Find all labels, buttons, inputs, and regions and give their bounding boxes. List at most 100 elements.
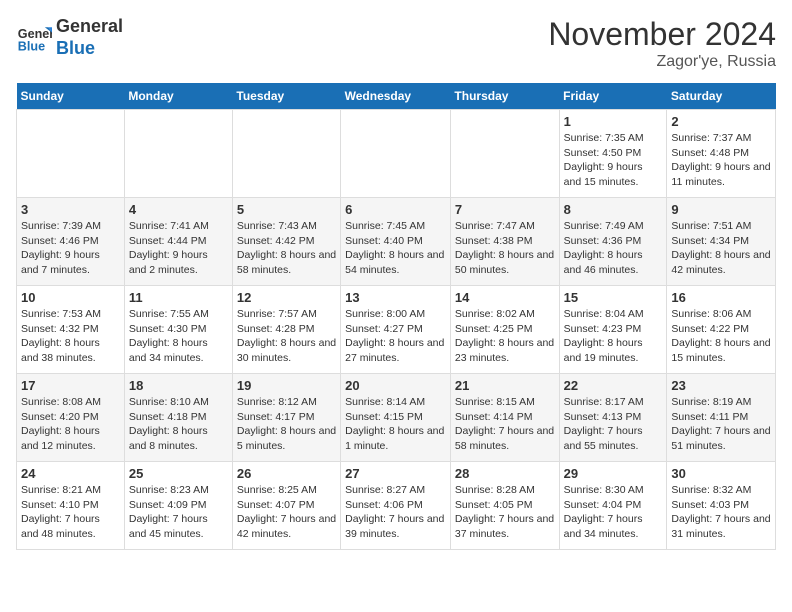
calendar-cell: 1Sunrise: 7:35 AM Sunset: 4:50 PM Daylig… [559, 110, 667, 198]
day-info: Sunrise: 8:14 AM Sunset: 4:15 PM Dayligh… [345, 395, 446, 454]
calendar-cell: 6 Sunrise: 7:45 AM Sunset: 4:40 PM Daylig… [341, 198, 451, 286]
title-section: November 2024 Zagor'ye, Russia [548, 16, 776, 71]
calendar-cell: 10Sunrise: 7:53 AM Sunset: 4:32 PM Dayli… [17, 286, 125, 374]
day-number: 2 [671, 114, 771, 129]
day-info: Sunrise: 8:15 AM Sunset: 4:14 PM Dayligh… [455, 395, 555, 454]
day-number: 23 [671, 378, 771, 393]
calendar-cell [450, 110, 559, 198]
location: Zagor'ye, Russia [548, 53, 776, 71]
calendar-cell: 7 Sunrise: 7:47 AM Sunset: 4:38 PM Daylig… [450, 198, 559, 286]
day-info: Sunrise: 7:57 AM Sunset: 4:28 PM Dayligh… [237, 307, 336, 366]
day-info: Sunrise: 8:19 AM Sunset: 4:11 PM Dayligh… [671, 395, 771, 454]
day-number: 6 [345, 202, 446, 217]
day-number: 30 [671, 466, 771, 481]
calendar-cell: 14 Sunrise: 8:02 AM Sunset: 4:25 PM Dayli… [450, 286, 559, 374]
day-number: 22 [564, 378, 663, 393]
day-info: Sunrise: 8:28 AM Sunset: 4:05 PM Dayligh… [455, 483, 555, 542]
day-number: 4 [129, 202, 228, 217]
day-number: 27 [345, 466, 446, 481]
day-info: Sunrise: 8:21 AM Sunset: 4:10 PM Dayligh… [21, 483, 120, 542]
calendar-cell: 4 Sunrise: 7:41 AM Sunset: 4:44 PM Daylig… [124, 198, 232, 286]
day-info: Sunrise: 7:41 AM Sunset: 4:44 PM Dayligh… [129, 219, 228, 278]
weekday-header-tuesday: Tuesday [232, 83, 340, 110]
day-number: 7 [455, 202, 555, 217]
day-info: Sunrise: 8:00 AM Sunset: 4:27 PM Dayligh… [345, 307, 446, 366]
month-title: November 2024 [548, 16, 776, 53]
calendar-cell: 26 Sunrise: 8:25 AM Sunset: 4:07 PM Dayli… [232, 462, 340, 550]
day-number: 5 [237, 202, 336, 217]
day-info: Sunrise: 7:49 AM Sunset: 4:36 PM Dayligh… [564, 219, 663, 278]
day-number: 25 [129, 466, 228, 481]
day-number: 19 [237, 378, 336, 393]
weekday-header-thursday: Thursday [450, 83, 559, 110]
day-info: Sunrise: 7:39 AM Sunset: 4:46 PM Dayligh… [21, 219, 120, 278]
calendar-cell [124, 110, 232, 198]
day-info: Sunrise: 7:43 AM Sunset: 4:42 PM Dayligh… [237, 219, 336, 278]
day-info: Sunrise: 7:45 AM Sunset: 4:40 PM Dayligh… [345, 219, 446, 278]
day-number: 13 [345, 290, 446, 305]
day-number: 26 [237, 466, 336, 481]
day-info: Sunrise: 7:51 AM Sunset: 4:34 PM Dayligh… [671, 219, 771, 278]
calendar-cell [341, 110, 451, 198]
day-number: 8 [564, 202, 663, 217]
weekday-header-saturday: Saturday [667, 83, 776, 110]
calendar-cell: 21 Sunrise: 8:15 AM Sunset: 4:14 PM Dayli… [450, 374, 559, 462]
logo-blue: Blue [56, 38, 123, 60]
day-info: Sunrise: 7:47 AM Sunset: 4:38 PM Dayligh… [455, 219, 555, 278]
day-number: 11 [129, 290, 228, 305]
calendar-cell: 27 Sunrise: 8:27 AM Sunset: 4:06 PM Dayli… [341, 462, 451, 550]
calendar-table: SundayMondayTuesdayWednesdayThursdayFrid… [16, 83, 776, 550]
day-number: 20 [345, 378, 446, 393]
day-number: 28 [455, 466, 555, 481]
calendar-cell: 5 Sunrise: 7:43 AM Sunset: 4:42 PM Daylig… [232, 198, 340, 286]
calendar-cell: 13 Sunrise: 8:00 AM Sunset: 4:27 PM Dayli… [341, 286, 451, 374]
day-info: Sunrise: 8:25 AM Sunset: 4:07 PM Dayligh… [237, 483, 336, 542]
weekday-header-friday: Friday [559, 83, 667, 110]
page-header: General Blue General Blue November 2024 … [16, 16, 776, 71]
day-number: 24 [21, 466, 120, 481]
weekday-header-sunday: Sunday [17, 83, 125, 110]
day-number: 12 [237, 290, 336, 305]
calendar-cell: 25Sunrise: 8:23 AM Sunset: 4:09 PM Dayli… [124, 462, 232, 550]
calendar-cell [17, 110, 125, 198]
day-number: 17 [21, 378, 120, 393]
day-number: 18 [129, 378, 228, 393]
calendar-cell: 22 Sunrise: 8:17 AM Sunset: 4:13 PM Dayli… [559, 374, 667, 462]
day-info: Sunrise: 8:27 AM Sunset: 4:06 PM Dayligh… [345, 483, 446, 542]
day-info: Sunrise: 8:17 AM Sunset: 4:13 PM Dayligh… [564, 395, 663, 454]
day-number: 21 [455, 378, 555, 393]
day-info: Sunrise: 8:30 AM Sunset: 4:04 PM Dayligh… [564, 483, 663, 542]
calendar-week-1: 1Sunrise: 7:35 AM Sunset: 4:50 PM Daylig… [17, 110, 776, 198]
calendar-cell: 28 Sunrise: 8:28 AM Sunset: 4:05 PM Dayli… [450, 462, 559, 550]
day-info: Sunrise: 7:37 AM Sunset: 4:48 PM Dayligh… [671, 131, 771, 190]
weekday-header-monday: Monday [124, 83, 232, 110]
calendar-week-3: 10Sunrise: 7:53 AM Sunset: 4:32 PM Dayli… [17, 286, 776, 374]
calendar-cell: 9 Sunrise: 7:51 AM Sunset: 4:34 PM Daylig… [667, 198, 776, 286]
day-number: 10 [21, 290, 120, 305]
calendar-week-4: 17Sunrise: 8:08 AM Sunset: 4:20 PM Dayli… [17, 374, 776, 462]
day-info: Sunrise: 8:06 AM Sunset: 4:22 PM Dayligh… [671, 307, 771, 366]
day-info: Sunrise: 8:10 AM Sunset: 4:18 PM Dayligh… [129, 395, 228, 454]
calendar-cell: 3Sunrise: 7:39 AM Sunset: 4:46 PM Daylig… [17, 198, 125, 286]
day-number: 14 [455, 290, 555, 305]
logo: General Blue General Blue [16, 16, 123, 59]
calendar-cell: 30Sunrise: 8:32 AM Sunset: 4:03 PM Dayli… [667, 462, 776, 550]
day-number: 16 [671, 290, 771, 305]
weekday-header-wednesday: Wednesday [341, 83, 451, 110]
day-number: 9 [671, 202, 771, 217]
calendar-cell: 15Sunrise: 8:04 AM Sunset: 4:23 PM Dayli… [559, 286, 667, 374]
calendar-cell: 8 Sunrise: 7:49 AM Sunset: 4:36 PM Daylig… [559, 198, 667, 286]
calendar-cell: 11Sunrise: 7:55 AM Sunset: 4:30 PM Dayli… [124, 286, 232, 374]
svg-text:Blue: Blue [18, 39, 45, 53]
logo-general: General [56, 16, 123, 38]
day-number: 15 [564, 290, 663, 305]
calendar-cell: 23 Sunrise: 8:19 AM Sunset: 4:11 PM Dayli… [667, 374, 776, 462]
calendar-cell: 2 Sunrise: 7:37 AM Sunset: 4:48 PM Daylig… [667, 110, 776, 198]
day-info: Sunrise: 8:02 AM Sunset: 4:25 PM Dayligh… [455, 307, 555, 366]
calendar-week-5: 24 Sunrise: 8:21 AM Sunset: 4:10 PM Dayli… [17, 462, 776, 550]
calendar-cell: 29Sunrise: 8:30 AM Sunset: 4:04 PM Dayli… [559, 462, 667, 550]
logo-icon: General Blue [16, 20, 52, 56]
calendar-cell: 19 Sunrise: 8:12 AM Sunset: 4:17 PM Dayli… [232, 374, 340, 462]
day-info: Sunrise: 8:12 AM Sunset: 4:17 PM Dayligh… [237, 395, 336, 454]
calendar-week-2: 3Sunrise: 7:39 AM Sunset: 4:46 PM Daylig… [17, 198, 776, 286]
